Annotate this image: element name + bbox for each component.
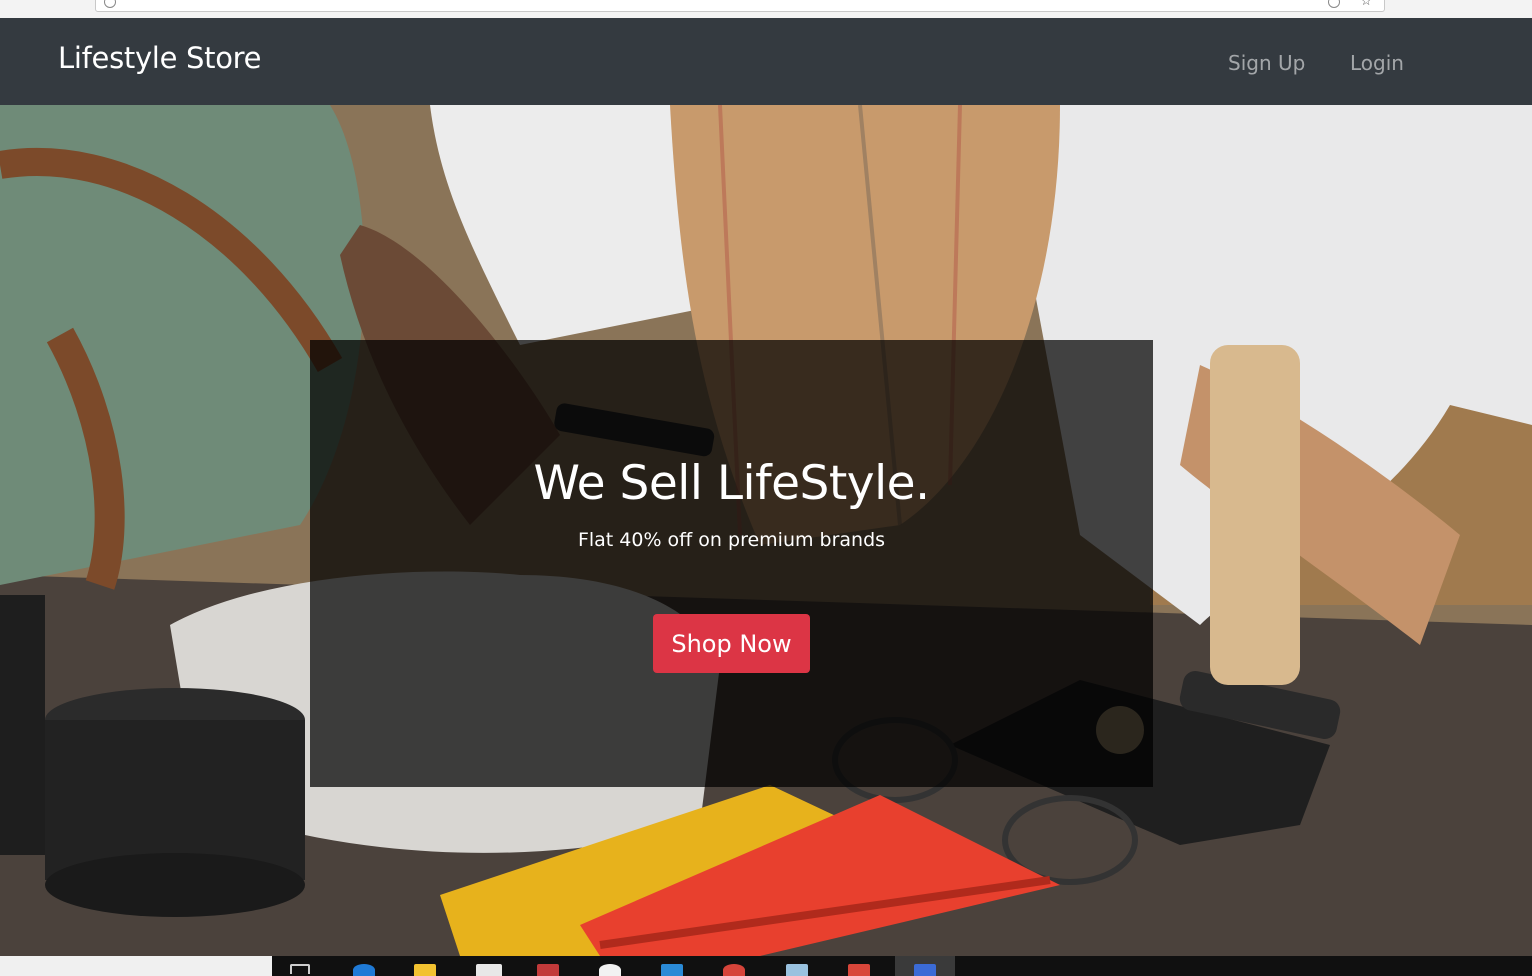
shop-now-button[interactable]: Shop Now [653, 614, 810, 673]
taskbar-search-box[interactable] [0, 956, 272, 976]
chrome-icon[interactable] [723, 964, 745, 976]
site-info-icon[interactable] [104, 0, 116, 8]
hero-section: We Sell LifeStyle. Flat 40% off on premi… [0, 105, 1532, 956]
reload-icon[interactable] [1328, 0, 1340, 8]
brand-logo-link[interactable]: Lifestyle Store [58, 41, 261, 75]
os-taskbar [0, 956, 1532, 976]
address-bar[interactable]: ☆ [95, 0, 1385, 12]
hero-subheadline: Flat 40% off on premium brands [577, 529, 886, 551]
browser-chrome: ☆ [0, 0, 1532, 18]
app-icon[interactable] [599, 964, 621, 976]
app-icon [914, 964, 936, 976]
active-taskbar-app[interactable] [895, 956, 955, 976]
edge-icon[interactable] [353, 964, 375, 976]
store-icon[interactable] [476, 964, 502, 976]
task-view-icon[interactable] [290, 964, 310, 974]
bookmark-star-icon[interactable]: ☆ [1360, 0, 1372, 9]
hero-headline: We Sell LifeStyle. [533, 456, 930, 511]
navbar: Lifestyle Store Sign Up Login [0, 18, 1532, 105]
promo-banner: We Sell LifeStyle. Flat 40% off on premi… [310, 340, 1153, 787]
app-icon[interactable] [537, 964, 559, 976]
file-explorer-icon[interactable] [414, 964, 436, 976]
app-icon[interactable] [848, 964, 870, 976]
nav-login-link[interactable]: Login [1350, 51, 1404, 75]
vscode-icon[interactable] [661, 964, 683, 976]
app-icon[interactable] [786, 964, 808, 976]
nav-signup-link[interactable]: Sign Up [1228, 51, 1305, 75]
